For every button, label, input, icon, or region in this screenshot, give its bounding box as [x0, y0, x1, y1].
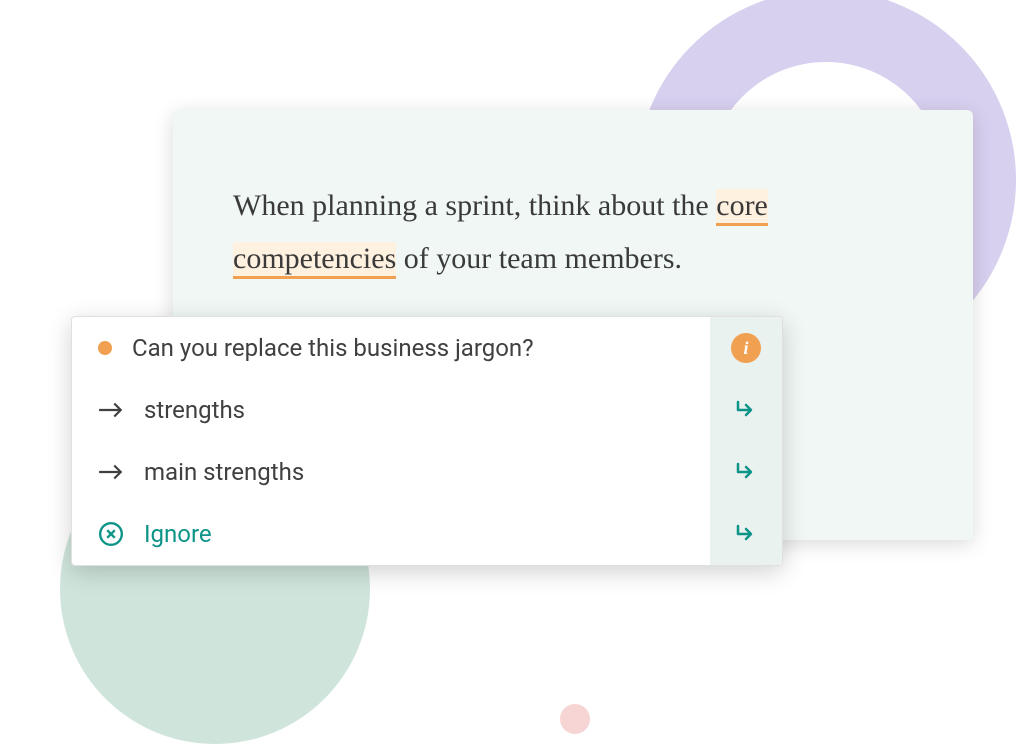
info-cell[interactable]: i — [731, 317, 761, 379]
suggestion-option-2[interactable]: main strengths — [72, 441, 710, 503]
editor-text-after: of your team members. — [396, 242, 682, 275]
suggestion-prompt-row: Can you replace this business jargon? — [72, 317, 710, 379]
suggestion-option-1[interactable]: strengths — [72, 379, 710, 441]
apply-cell-2[interactable] — [734, 441, 758, 503]
corner-down-right-icon — [734, 460, 758, 484]
editor-text-before: When planning a sprint, think about the — [233, 189, 716, 222]
close-circle-icon — [98, 521, 124, 547]
suggestion-prompt-text: Can you replace this business jargon? — [132, 334, 534, 362]
suggestion-side-column: i — [710, 317, 782, 565]
suggestion-card: Can you replace this business jargon? st… — [71, 316, 783, 566]
bullet-icon — [98, 341, 112, 355]
suggestion-option-label: main strengths — [144, 458, 304, 486]
corner-down-right-icon — [734, 522, 758, 546]
arrow-right-icon — [98, 400, 124, 420]
suggestion-option-label: strengths — [144, 396, 245, 424]
corner-down-right-icon — [734, 398, 758, 422]
ignore-button[interactable]: Ignore — [72, 503, 710, 565]
apply-cell-3[interactable] — [734, 503, 758, 565]
apply-cell-1[interactable] — [734, 379, 758, 441]
suggestion-main: Can you replace this business jargon? st… — [72, 317, 710, 565]
arrow-right-icon — [98, 462, 124, 482]
editor-text[interactable]: When planning a sprint, think about the … — [233, 180, 873, 285]
info-icon: i — [731, 333, 761, 363]
ignore-label: Ignore — [144, 520, 212, 548]
decorative-circle-pink — [560, 704, 590, 734]
